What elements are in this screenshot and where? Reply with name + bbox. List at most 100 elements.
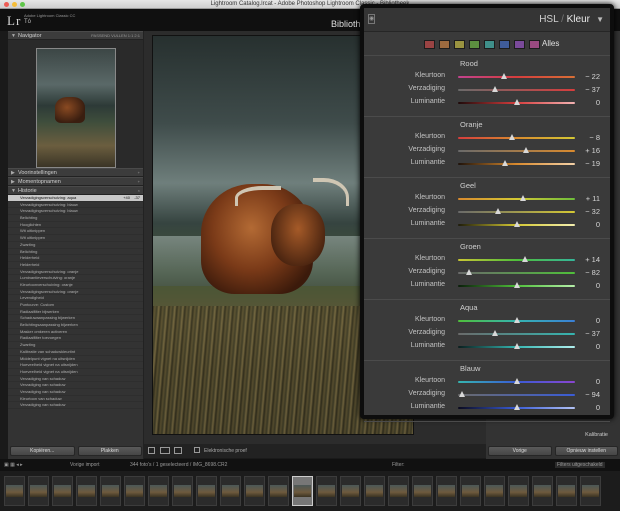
target-adjust-icon[interactable]: ◉ (368, 14, 375, 24)
filmstrip-thumbnail[interactable] (292, 476, 313, 506)
previous-import-label[interactable]: Vorige import (70, 462, 99, 468)
navigator-preview[interactable] (8, 40, 143, 168)
filmstrip-thumbnail[interactable] (100, 476, 121, 506)
module-label[interactable]: Biblioth (331, 19, 361, 29)
color-swatch[interactable] (469, 40, 480, 49)
soft-proof-checkbox[interactable] (194, 447, 200, 453)
filter-dropdown[interactable]: Filters uitgeschakeld (555, 462, 605, 468)
filmstrip-thumbnail[interactable] (532, 476, 553, 506)
slider-value[interactable]: − 37 (585, 329, 600, 338)
slider-track[interactable] (458, 198, 575, 200)
slider-knob[interactable] (500, 73, 507, 79)
slider-knob[interactable] (522, 147, 529, 153)
slider-value[interactable]: + 16 (585, 146, 600, 155)
filmstrip-thumbnail[interactable] (412, 476, 433, 506)
slider-knob[interactable] (502, 160, 509, 166)
view-toggle-icons[interactable]: ▣ ▦ ◂ ▸ (4, 462, 23, 468)
calibration-header[interactable]: Kalibratie (585, 432, 608, 438)
history-item[interactable]: Verzadigingsverschuiving: oranje (8, 269, 143, 276)
all-colors-tab[interactable]: Alles (542, 39, 559, 48)
loupe-view-icon[interactable] (148, 447, 155, 454)
history-item[interactable]: Levendigheid (8, 295, 143, 302)
paste-settings-button[interactable]: Plakken (77, 446, 142, 456)
slider-value[interactable]: − 37 (585, 85, 600, 94)
slider-knob[interactable] (513, 343, 520, 349)
filmstrip-thumbnail[interactable] (268, 476, 289, 506)
color-swatch[interactable] (514, 40, 525, 49)
history-item[interactable]: Schaduwaanpassing bijwerken (8, 315, 143, 323)
history-item[interactable]: Radiaalfilter toevoegen (8, 335, 143, 343)
slider-knob[interactable] (458, 391, 465, 397)
color-swatch[interactable] (529, 40, 540, 49)
slider-knob[interactable] (513, 221, 520, 227)
slider-value[interactable]: − 94 (585, 390, 600, 399)
history-item[interactable]: Kleurtoon van schaduw (8, 396, 143, 403)
filmstrip-thumbnail[interactable] (148, 476, 169, 506)
filmstrip-thumbnail[interactable] (4, 476, 25, 506)
filmstrip-thumbnail[interactable] (508, 476, 529, 506)
slider-knob[interactable] (519, 195, 526, 201)
slider-knob[interactable] (513, 99, 520, 105)
slider-value[interactable]: + 11 (586, 194, 600, 203)
filmstrip-thumbnail[interactable] (172, 476, 193, 506)
history-item[interactable]: Verzadiging van schaduw (8, 402, 143, 409)
history-header[interactable]: ▼ Historie × (8, 186, 143, 195)
history-item[interactable]: Hoeveelheid vignet na uitsnijden (8, 362, 143, 369)
history-item[interactable]: Masker omkeren activeren (8, 329, 143, 336)
filmstrip-thumbnail[interactable] (244, 476, 265, 506)
navigator-zoom-options[interactable]: PASSEND VULLEN 1:1 2:1 (91, 32, 140, 40)
slider-knob[interactable] (513, 282, 520, 288)
slider-track[interactable] (458, 137, 575, 139)
history-item[interactable]: Middelpunt vignet na uitsnijden (8, 356, 143, 363)
slider-knob[interactable] (491, 330, 498, 336)
before-after-icon[interactable] (160, 447, 170, 454)
history-item[interactable]: Hooglichten (8, 222, 143, 229)
history-item[interactable]: Verzadigingsverschuiving: blauw (8, 208, 143, 216)
slider-track[interactable] (458, 150, 575, 152)
filmstrip-thumbnail[interactable] (124, 476, 145, 506)
slider-knob[interactable] (521, 256, 528, 262)
history-item[interactable]: Verzadiging van schaduw (8, 389, 143, 396)
filmstrip-thumbnail[interactable] (340, 476, 361, 506)
slider-value[interactable]: 0 (596, 220, 600, 229)
slider-value[interactable]: − 19 (585, 159, 600, 168)
presets-header[interactable]: ▶ Voorinstellingen + (8, 168, 143, 177)
navigator-header[interactable]: ▼ Navigator PASSEND VULLEN 1:1 2:1 (8, 31, 143, 40)
history-item[interactable]: Verzadigingsverschuiving: blauw (8, 202, 143, 209)
hsl-tab[interactable]: HSL (539, 14, 558, 25)
color-swatch[interactable] (424, 40, 435, 49)
compare-options-icon[interactable] (174, 447, 182, 454)
slider-track[interactable] (458, 259, 575, 261)
slider-knob[interactable] (513, 404, 520, 410)
history-item[interactable]: Wit uitknippen (8, 228, 143, 236)
reset-button[interactable]: Opnieuw instellen (554, 446, 618, 456)
history-item[interactable]: Kleurtoonverschuiving: oranje (8, 282, 143, 289)
slider-track[interactable] (458, 211, 575, 213)
history-item[interactable]: Radiaalfilter bijwerken (8, 309, 143, 316)
history-item[interactable]: Hoeveelheid vignet na uitsnijden (8, 369, 143, 376)
navigator-thumbnail[interactable] (36, 48, 116, 168)
slider-track[interactable] (458, 333, 575, 335)
filmstrip-thumbnail[interactable] (484, 476, 505, 506)
slider-value[interactable]: 0 (596, 281, 600, 290)
history-item[interactable]: Luminantieverschuiving: oranje (8, 275, 143, 282)
color-swatch[interactable] (454, 40, 465, 49)
filmstrip-thumbnail[interactable] (388, 476, 409, 506)
history-item[interactable]: Helderheid (8, 262, 143, 269)
color-swatch[interactable] (484, 40, 495, 49)
filmstrip-thumbnail[interactable] (460, 476, 481, 506)
color-swatch[interactable] (439, 40, 450, 49)
hsl-header[interactable]: ◉ HSL / Kleur ▼ (364, 8, 610, 32)
slider-value[interactable]: − 32 (585, 207, 600, 216)
slider-track[interactable] (458, 394, 575, 396)
slider-value[interactable]: − 22 (585, 72, 600, 81)
history-item[interactable]: Helderheid (8, 255, 143, 262)
history-item[interactable]: Verzadigingsverschuiving: oranje (8, 289, 143, 296)
history-item[interactable]: Verzadiging van schaduw (8, 376, 143, 383)
history-item[interactable]: Belichting (8, 215, 143, 222)
history-item[interactable]: Zwarting (8, 242, 143, 249)
color-tab[interactable]: Kleur (567, 14, 590, 25)
history-item[interactable]: Belichting (8, 249, 143, 256)
slider-track[interactable] (458, 163, 575, 165)
history-item[interactable]: Verzadiging van schaduw (8, 382, 143, 389)
